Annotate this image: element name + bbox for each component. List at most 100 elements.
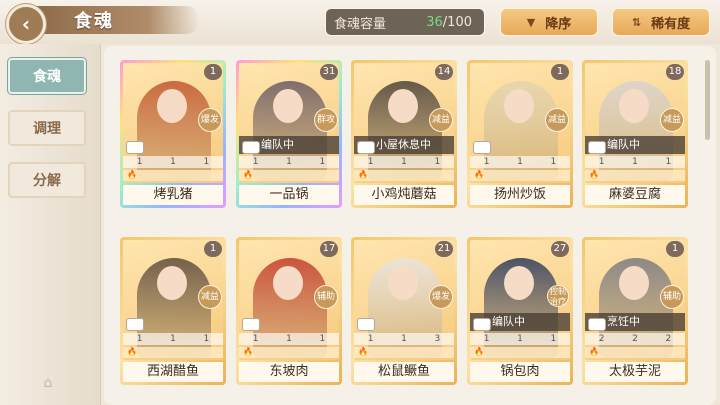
skill-level: 1 bbox=[517, 157, 523, 167]
food-soul-card[interactable]: 1 减益 1 1 1 🔥 扬州炒饭 bbox=[467, 60, 573, 208]
skill-levels: 1 1 1 bbox=[123, 156, 223, 168]
skill-levels: 1 1 1 bbox=[585, 156, 685, 168]
dish-icon bbox=[242, 318, 260, 331]
food-soul-card[interactable]: 17 辅助 1 1 1 🔥 东坡肉 bbox=[236, 237, 342, 385]
skill-level: 1 bbox=[367, 334, 374, 344]
character-face bbox=[504, 266, 534, 300]
skill-level: 1 bbox=[136, 334, 143, 344]
dish-icon bbox=[126, 318, 144, 331]
skill-level: 1 bbox=[170, 157, 176, 167]
level-badge: 27 bbox=[551, 241, 569, 257]
food-soul-card[interactable]: 1 减益 1 1 1 🔥 西湖醋鱼 bbox=[120, 237, 226, 385]
role-tag: 减益 bbox=[660, 108, 684, 132]
swap-icon: ⇅ bbox=[631, 15, 642, 29]
dish-icon bbox=[126, 141, 144, 154]
tab-shihun[interactable]: 食魂 bbox=[8, 58, 86, 94]
card-name: 太极芋泥 bbox=[585, 362, 685, 382]
food-soul-card[interactable]: 1 辅助 烹饪中 2 2 2 🔥 太极芋泥 bbox=[582, 237, 688, 385]
capacity-max: /100 bbox=[442, 14, 472, 30]
skill-level: 1 bbox=[598, 157, 605, 167]
chevron-down-icon: ▼ bbox=[526, 15, 536, 29]
skill-level: 1 bbox=[286, 334, 292, 344]
character-face bbox=[157, 89, 187, 123]
dish-icon bbox=[357, 141, 375, 154]
level-badge: 31 bbox=[320, 64, 338, 80]
flame-icon: 🔥 bbox=[585, 347, 685, 358]
tab-tiaoli[interactable]: 调理 bbox=[8, 110, 86, 146]
level-badge: 18 bbox=[666, 64, 684, 80]
tab-fenjie[interactable]: 分解 bbox=[8, 162, 86, 198]
sort-order-label: 降序 bbox=[545, 16, 572, 32]
skill-level: 1 bbox=[550, 334, 557, 344]
skill-levels: 1 1 1 bbox=[239, 156, 339, 168]
skill-level: 3 bbox=[434, 334, 441, 344]
card-name: 松鼠鳜鱼 bbox=[354, 362, 454, 382]
food-soul-card[interactable]: 14 减益 小屋休息中 1 1 1 🔥 小鸡炖蘑菇 bbox=[351, 60, 457, 208]
skill-level: 2 bbox=[632, 334, 638, 344]
food-soul-card[interactable]: 27 控制 治疗 编队中 1 1 1 🔥 锅包肉 bbox=[467, 237, 573, 385]
level-badge: 17 bbox=[320, 241, 338, 257]
dish-icon bbox=[473, 141, 491, 154]
skill-level: 1 bbox=[203, 334, 210, 344]
top-bar: ‹ 食魂 食魂容量 36/100 ▼ 降序 ⇅ 稀有度 bbox=[0, 0, 720, 44]
lantern-icon: ⌂ bbox=[43, 375, 53, 391]
scrollbar[interactable] bbox=[705, 60, 711, 400]
sort-order-button[interactable]: ▼ 降序 bbox=[500, 8, 598, 36]
level-badge: 14 bbox=[435, 64, 453, 80]
skill-level: 1 bbox=[483, 334, 490, 344]
food-soul-card[interactable]: 18 减益 编队中 1 1 1 🔥 麻婆豆腐 bbox=[582, 60, 688, 208]
level-badge: 1 bbox=[204, 241, 222, 257]
skill-level: 2 bbox=[598, 334, 605, 344]
role-tag: 减益 bbox=[429, 108, 453, 132]
title-banner bbox=[30, 6, 200, 34]
role-tag: 群攻 bbox=[314, 108, 338, 132]
flame-icon: 🔥 bbox=[123, 170, 223, 181]
level-badge: 1 bbox=[666, 241, 684, 257]
scrollbar-thumb[interactable] bbox=[705, 60, 710, 140]
character-face bbox=[273, 89, 303, 123]
skill-level: 1 bbox=[550, 157, 557, 167]
character-face bbox=[388, 89, 418, 123]
skill-level: 1 bbox=[319, 157, 326, 167]
skill-level: 1 bbox=[483, 157, 490, 167]
card-name: 麻婆豆腐 bbox=[585, 185, 685, 205]
character-face bbox=[273, 266, 303, 300]
flame-icon: 🔥 bbox=[585, 170, 685, 181]
skill-level: 1 bbox=[203, 157, 210, 167]
capacity-label: 食魂容量 bbox=[334, 16, 387, 32]
food-soul-card[interactable]: 1 爆发 1 1 1 🔥 烤乳猪 bbox=[120, 60, 226, 208]
role-tag: 爆发 bbox=[198, 108, 222, 132]
dish-icon bbox=[588, 318, 606, 331]
skill-level: 1 bbox=[319, 334, 326, 344]
chevron-left-icon: ‹ bbox=[21, 12, 31, 36]
food-soul-card[interactable]: 31 群攻 编队中 1 1 1 🔥 一品锅 bbox=[236, 60, 342, 208]
back-button[interactable]: ‹ bbox=[6, 4, 46, 44]
role-tag: 减益 bbox=[545, 108, 569, 132]
flame-icon: 🔥 bbox=[239, 170, 339, 181]
dish-icon bbox=[473, 318, 491, 331]
skill-levels: 2 2 2 bbox=[585, 333, 685, 345]
character-face bbox=[388, 266, 418, 300]
skill-level: 1 bbox=[136, 157, 143, 167]
tab-label: 调理 bbox=[33, 121, 61, 137]
skill-level: 1 bbox=[401, 157, 407, 167]
sort-rarity-label: 稀有度 bbox=[651, 16, 691, 32]
skill-level: 1 bbox=[401, 334, 407, 344]
sidebar: 食魂 调理 分解 bbox=[0, 44, 101, 405]
skill-levels: 1 1 1 bbox=[354, 156, 454, 168]
character-face bbox=[504, 89, 534, 123]
flame-icon: 🔥 bbox=[123, 347, 223, 358]
sort-rarity-button[interactable]: ⇅ 稀有度 bbox=[612, 8, 710, 36]
card-name: 小鸡炖蘑菇 bbox=[354, 185, 454, 205]
flame-icon: 🔥 bbox=[354, 170, 454, 181]
skill-level: 1 bbox=[252, 157, 259, 167]
dish-icon bbox=[588, 141, 606, 154]
role-tag: 减益 bbox=[198, 285, 222, 309]
flame-icon: 🔥 bbox=[470, 347, 570, 358]
tab-label: 分解 bbox=[33, 173, 61, 189]
skill-level: 1 bbox=[665, 157, 672, 167]
page-title: 食魂 bbox=[74, 11, 114, 32]
card-name: 西湖醋鱼 bbox=[123, 362, 223, 382]
tab-label: 食魂 bbox=[33, 69, 61, 85]
food-soul-card[interactable]: 21 爆发 1 1 3 🔥 松鼠鳜鱼 bbox=[351, 237, 457, 385]
